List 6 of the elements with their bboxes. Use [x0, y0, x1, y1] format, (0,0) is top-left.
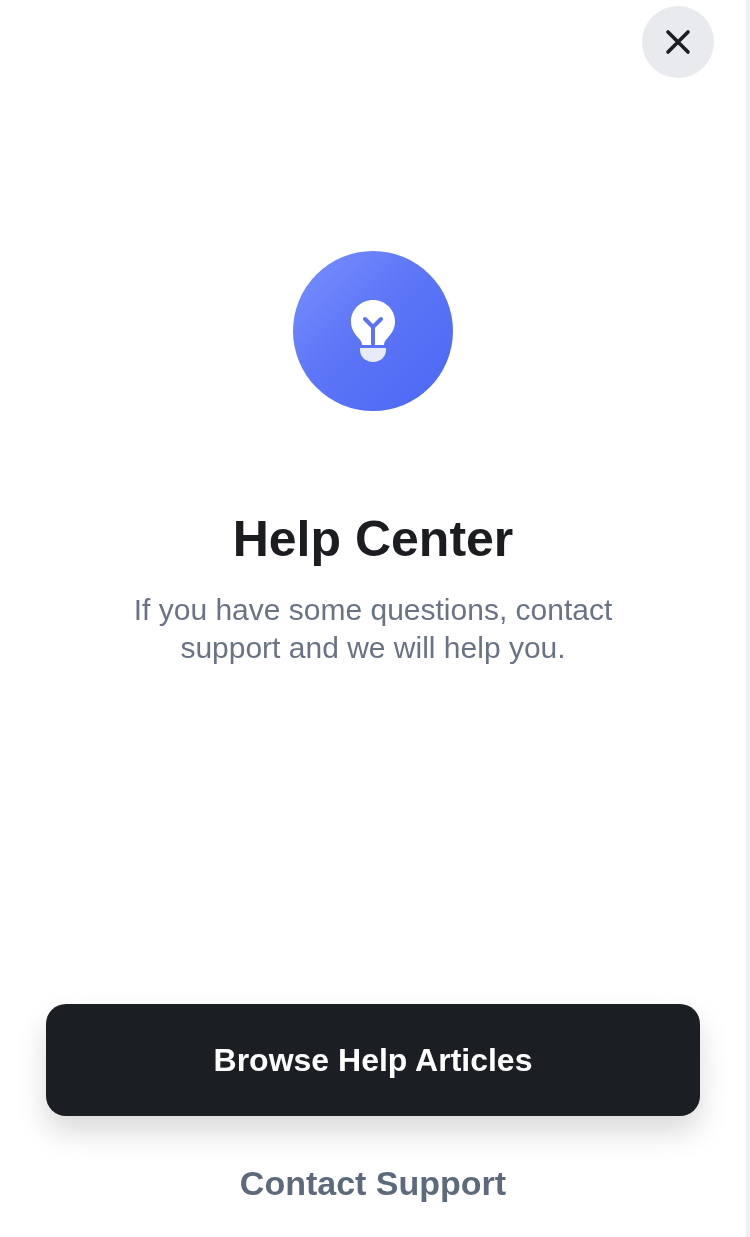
- description-text: If you have some questions, contact support and we will help you.: [132, 592, 614, 666]
- close-icon: [665, 29, 691, 55]
- lightbulb-icon: [349, 298, 397, 364]
- contact-support-link[interactable]: Contact Support: [239, 1164, 507, 1203]
- browse-articles-button[interactable]: Browse Help Articles: [46, 1004, 700, 1116]
- page-title: Help Center: [232, 510, 514, 569]
